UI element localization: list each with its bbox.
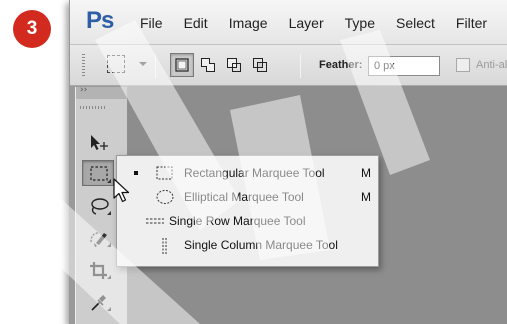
crop-tool[interactable]	[82, 256, 114, 282]
flyout-item-single-column-marquee[interactable]: Single Column Marquee Tool	[117, 234, 378, 256]
new-selection-button[interactable]	[170, 53, 194, 77]
intersect-with-selection-button[interactable]	[248, 53, 272, 77]
divider	[155, 54, 156, 78]
tool-group-indicator	[107, 179, 111, 183]
menu-edit[interactable]: Edit	[184, 15, 208, 31]
tools-panel-grip[interactable]	[80, 106, 105, 109]
quick-selection-tool[interactable]	[82, 224, 114, 250]
single-row-marquee-icon	[146, 218, 164, 224]
subtract-from-selection-button[interactable]	[222, 53, 246, 77]
flyout-item-label: Single Column Marquee Tool	[184, 238, 338, 252]
intersect-with-selection-icon	[253, 58, 267, 72]
eyedropper-tool[interactable]	[82, 288, 114, 314]
new-selection-icon	[175, 58, 189, 72]
options-bar: Feather: 0 px Anti-alias	[70, 45, 507, 86]
tool-group-indicator	[107, 211, 111, 215]
flyout-item-label: Rectangular Marquee Tool	[184, 166, 325, 180]
add-to-selection-button[interactable]	[196, 53, 220, 77]
selected-bullet-icon	[134, 171, 138, 175]
flyout-item-shortcut: M	[361, 190, 371, 204]
main-menu: File Edit Image Layer Type Select Filter	[140, 15, 507, 31]
tool-group-indicator	[107, 243, 111, 247]
marquee-tool[interactable]	[82, 160, 114, 186]
flyout-item-label: Single Row Marquee Tool	[169, 214, 306, 228]
flyout-item-label: Elliptical Marquee Tool	[184, 190, 304, 204]
anti-alias-checkbox[interactable]	[456, 58, 470, 72]
lasso-tool[interactable]	[82, 192, 114, 218]
divider	[300, 54, 301, 78]
menu-image[interactable]: Image	[229, 15, 268, 31]
flyout-item-shortcut: M	[361, 166, 371, 180]
menu-file[interactable]: File	[140, 15, 163, 31]
mouse-pointer-icon	[113, 178, 130, 203]
tool-group-indicator	[107, 307, 111, 311]
anti-alias-label: Anti-alias	[476, 59, 507, 71]
move-tool[interactable]	[82, 128, 114, 154]
menu-type[interactable]: Type	[345, 15, 375, 31]
single-column-marquee-icon	[162, 238, 167, 254]
flyout-item-elliptical-marquee[interactable]: Elliptical Marquee Tool M	[117, 186, 378, 208]
subtract-from-selection-icon	[227, 58, 241, 72]
add-to-selection-icon	[201, 58, 215, 72]
collapse-panel-icon[interactable]: ››	[80, 85, 87, 95]
flyout-item-rectangular-marquee[interactable]: Rectangular Marquee Tool M	[117, 162, 378, 184]
step-number-badge: 3	[13, 10, 51, 48]
flyout-item-single-row-marquee[interactable]: Single Row Marquee Tool	[117, 210, 378, 232]
chevron-down-icon[interactable]	[139, 62, 147, 66]
menu-select[interactable]: Select	[396, 15, 435, 31]
tool-group-indicator	[107, 275, 111, 279]
elliptical-marquee-icon	[156, 190, 174, 204]
marquee-tools-flyout: Rectangular Marquee Tool M Elliptical Ma…	[116, 155, 379, 267]
menu-bar: Ps File Edit Image Layer Type Select Fil…	[70, 0, 507, 45]
menu-filter[interactable]: Filter	[456, 15, 487, 31]
photoshop-logo: Ps	[86, 7, 114, 34]
feather-input[interactable]: 0 px	[368, 56, 440, 76]
rectangular-marquee-icon[interactable]	[107, 55, 125, 73]
tools-panel-header[interactable]: ››	[76, 85, 127, 99]
move-arrow-icon	[91, 135, 108, 150]
feather-label: Feather:	[319, 59, 363, 71]
menu-layer[interactable]: Layer	[289, 15, 324, 31]
options-bar-grip[interactable]	[82, 54, 85, 78]
rectangular-marquee-icon	[156, 166, 173, 180]
